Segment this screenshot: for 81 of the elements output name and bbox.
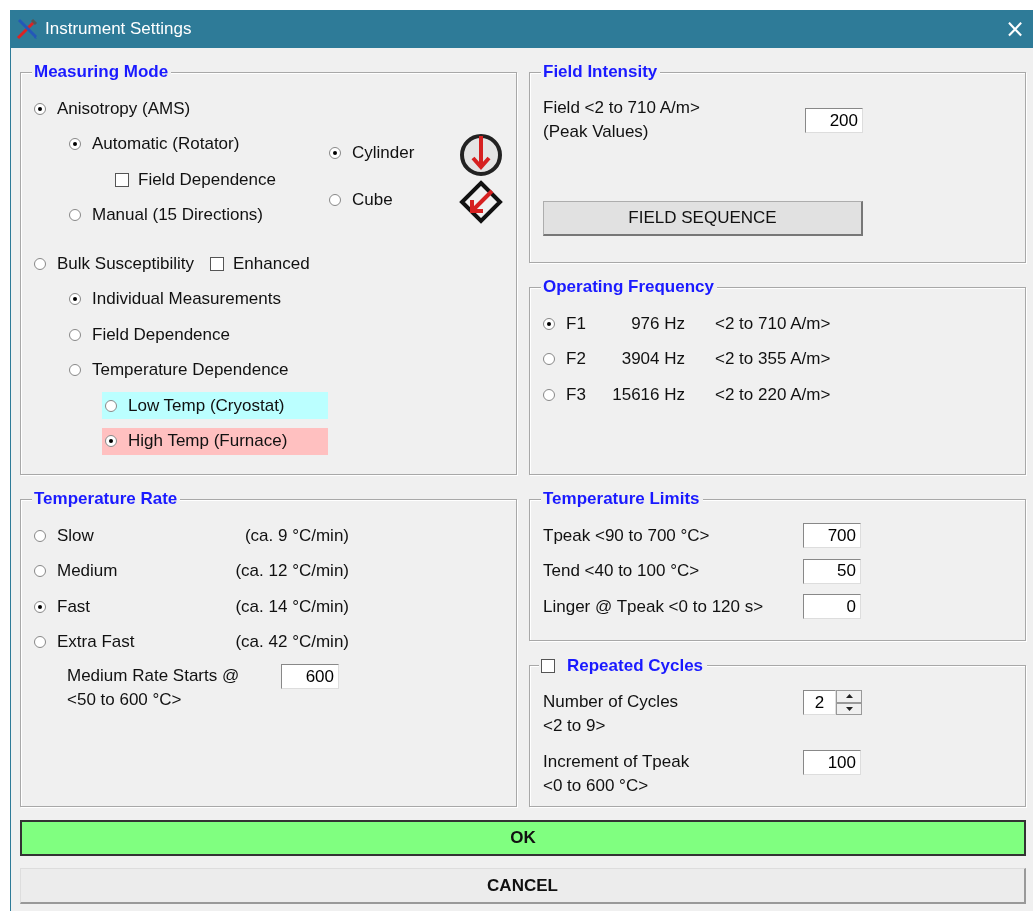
group-title: Temperature Rate <box>32 489 181 509</box>
field-label: Field <2 to 710 A/m> (Peak Values) <box>543 97 700 143</box>
radio-option[interactable]: Individual Measurements <box>69 289 281 310</box>
radio-button[interactable] <box>69 293 81 306</box>
rate-text: (ca. 12 °C/min) <box>234 561 349 582</box>
radio-option[interactable]: F2 <box>543 349 595 370</box>
rate-text: (ca. 42 °C/min) <box>234 632 349 653</box>
text-field[interactable]: 600 <box>281 664 339 689</box>
radio-option[interactable]: Manual (15 Directions) <box>69 205 263 226</box>
radio-button[interactable] <box>69 328 81 341</box>
group-title: Repeated Cycles <box>555 656 708 676</box>
radio-option[interactable]: High Temp (Furnace) <box>102 427 328 455</box>
radio-button[interactable] <box>69 138 81 151</box>
range-text: <2 to 220 A/m> <box>715 384 831 405</box>
caret-down-icon <box>845 706 853 711</box>
field-sequence-button[interactable]: FIELD SEQUENCE <box>543 201 863 236</box>
radio-button[interactable] <box>543 317 555 330</box>
caret-up-icon <box>845 694 853 699</box>
frequency-text: 3904 Hz <box>620 349 685 370</box>
radio-button[interactable] <box>69 209 81 222</box>
field-label: Medium Rate Starts @ <50 to 600 °C> <box>67 665 241 711</box>
text-field[interactable]: 700 <box>803 523 861 549</box>
radio-button[interactable] <box>329 147 341 159</box>
group-title: Measuring Mode <box>32 62 172 82</box>
field-label: Tend <40 to 100 °C> <box>543 561 701 582</box>
radio-button[interactable] <box>69 364 81 377</box>
frequency-text: 976 Hz <box>630 313 685 334</box>
ok-button[interactable]: OK <box>20 820 1026 856</box>
radio-button[interactable] <box>543 388 555 401</box>
radio-option[interactable]: Anisotropy (AMS) <box>34 98 191 119</box>
radio-button[interactable] <box>34 102 46 115</box>
radio-button[interactable] <box>34 636 46 649</box>
rate-text: (ca. 9 °C/min) <box>243 525 349 546</box>
radio-option[interactable]: Medium <box>34 561 206 582</box>
field-label: Number of Cycles <2 to 9> <box>543 691 680 737</box>
radio-button[interactable] <box>34 600 46 613</box>
radio-button[interactable] <box>34 529 46 542</box>
cube-arrow-icon <box>459 180 503 224</box>
checkbox[interactable] <box>115 172 129 187</box>
text-field[interactable]: 100 <box>803 750 861 775</box>
checkbox[interactable] <box>210 256 224 271</box>
radio-option[interactable]: Automatic (Rotator) <box>69 134 240 155</box>
radio-option[interactable]: Field Dependence <box>69 324 230 345</box>
radio-button[interactable] <box>105 435 117 448</box>
radio-option[interactable]: F1 <box>543 313 595 334</box>
radio-option[interactable]: Fast <box>34 596 206 617</box>
checkbox-option[interactable]: Field Dependence <box>115 169 276 190</box>
text-field[interactable]: 50 <box>803 558 861 584</box>
spinner-field[interactable]: 2 <box>803 690 836 715</box>
checkbox-option[interactable]: Enhanced <box>210 253 310 274</box>
group-title: Temperature Limits <box>541 489 703 509</box>
radio-option[interactable]: F3 <box>543 384 595 405</box>
close-button[interactable]: × <box>1000 17 1029 41</box>
text-field[interactable]: 200 <box>805 108 863 133</box>
range-text: <2 to 355 A/m> <box>715 349 831 370</box>
radio-option[interactable]: Slow <box>34 525 206 546</box>
radio-button[interactable] <box>34 257 46 270</box>
group-title: Operating Frequency <box>541 277 717 297</box>
radio-option[interactable]: Cube <box>329 190 393 210</box>
radio-button[interactable] <box>105 399 117 412</box>
spin-up-button[interactable] <box>836 690 862 703</box>
text-field[interactable]: 0 <box>803 594 861 620</box>
radio-option[interactable]: Cylinder <box>329 143 415 163</box>
radio-option[interactable]: Extra Fast <box>34 632 206 653</box>
rate-text: (ca. 14 °C/min) <box>234 596 349 617</box>
frequency-text: 15616 Hz <box>611 384 685 405</box>
field-label: Increment of Tpeak <0 to 600 °C> <box>543 751 691 797</box>
radio-option[interactable]: Temperature Dependence <box>69 360 289 381</box>
window-title: Instrument Settings <box>45 19 193 39</box>
range-text: <2 to 710 A/m> <box>715 313 831 334</box>
radio-button[interactable] <box>329 194 341 206</box>
radio-option[interactable]: Bulk Susceptibility <box>34 253 194 274</box>
checkbox[interactable] <box>541 659 555 673</box>
radio-option[interactable]: Low Temp (Cryostat) <box>102 392 328 420</box>
group-title: Field Intensity <box>541 62 661 82</box>
field-label: Linger @ Tpeak <0 to 120 s> <box>543 596 765 617</box>
radio-button[interactable] <box>34 565 46 578</box>
field-label: Tpeak <90 to 700 °C> <box>543 525 711 546</box>
tools-icon <box>15 17 39 41</box>
radio-button[interactable] <box>543 353 555 366</box>
cancel-button[interactable]: CANCEL <box>20 868 1026 904</box>
